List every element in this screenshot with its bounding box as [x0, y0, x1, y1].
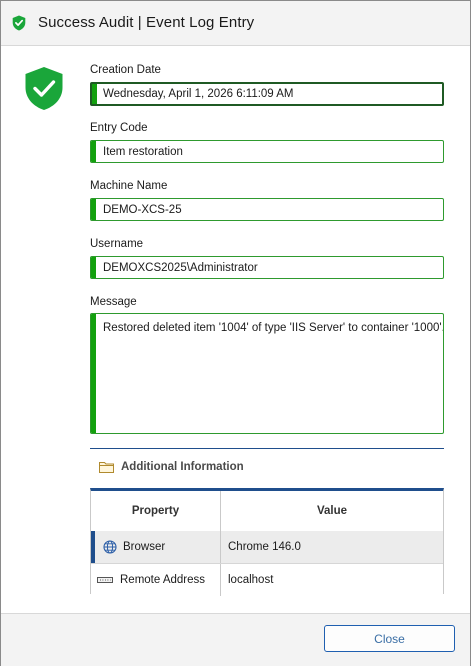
- row-property: Browser: [123, 541, 166, 553]
- machine-name-field[interactable]: DEMO-XCS-25: [90, 198, 444, 221]
- status-indicator: [92, 84, 97, 104]
- selection-indicator: [91, 531, 95, 563]
- creation-date-value: Wednesday, April 1, 2026 6:11:09 AM: [103, 88, 294, 100]
- column-header-property[interactable]: Property: [91, 491, 221, 531]
- status-indicator: [91, 141, 96, 162]
- shield-check-icon: [12, 15, 26, 31]
- machine-name-label: Machine Name: [90, 180, 168, 192]
- folder-icon: [99, 462, 114, 473]
- message-label: Message: [90, 296, 137, 308]
- row-value: Chrome 146.0: [228, 541, 301, 553]
- table-header: Property Value: [91, 491, 443, 532]
- status-indicator: [91, 199, 96, 220]
- creation-date-label: Creation Date: [90, 64, 161, 76]
- event-log-dialog: Success Audit | Event Log Entry Creation…: [0, 0, 471, 666]
- close-button[interactable]: Close: [324, 625, 455, 652]
- window-title: Success Audit | Event Log Entry: [38, 14, 255, 31]
- entry-code-value: Item restoration: [103, 145, 183, 158]
- entry-code-field[interactable]: Item restoration: [90, 140, 444, 163]
- title-bar[interactable]: Success Audit | Event Log Entry: [1, 1, 470, 46]
- username-field[interactable]: DEMOXCS2025\Administrator: [90, 256, 444, 279]
- row-property: Remote Address: [120, 574, 206, 586]
- message-value: Restored deleted item '1004' of type 'II…: [103, 322, 444, 334]
- column-header-value[interactable]: Value: [221, 491, 443, 531]
- column-divider: [220, 564, 221, 596]
- message-field[interactable]: Restored deleted item '1004' of type 'II…: [90, 313, 444, 434]
- creation-date-field[interactable]: Wednesday, April 1, 2026 6:11:09 AM: [90, 82, 444, 106]
- success-shield-icon: [25, 67, 63, 110]
- entry-code-label: Entry Code: [90, 122, 148, 134]
- status-indicator: [91, 314, 96, 433]
- section-divider: [90, 448, 444, 449]
- username-label: Username: [90, 238, 144, 250]
- username-value: DEMOXCS2025\Administrator: [103, 261, 258, 274]
- table-row[interactable]: Browser Chrome 146.0: [91, 531, 443, 564]
- additional-info-table: Property Value Browser Chrome 146.0 Remo…: [90, 488, 444, 596]
- dialog-footer: Close: [1, 613, 470, 666]
- globe-icon: [103, 540, 117, 554]
- machine-name-value: DEMO-XCS-25: [103, 203, 182, 216]
- additional-info-title: Additional Information: [121, 461, 244, 473]
- status-indicator: [91, 257, 96, 278]
- row-value: localhost: [228, 574, 274, 586]
- network-card-icon: [97, 577, 113, 583]
- column-divider: [220, 531, 221, 563]
- table-row[interactable]: Remote Address localhost: [91, 564, 443, 596]
